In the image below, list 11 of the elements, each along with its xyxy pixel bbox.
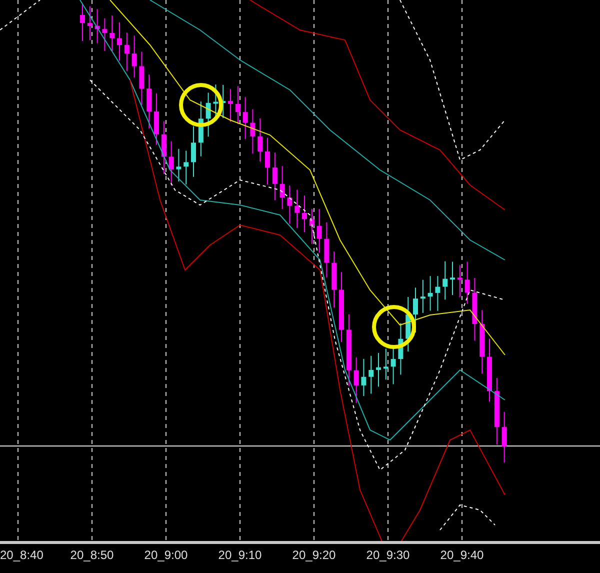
time-axis-label: 20_9:00 — [144, 547, 188, 564]
time-axis-label: 20_8:50 — [70, 547, 114, 564]
time-axis-label: 20_9:10 — [218, 547, 262, 564]
time-axis-label: 20_9:40 — [440, 547, 484, 564]
dashed-band-line — [0, 0, 40, 30]
dashed-band-line — [440, 504, 496, 530]
time-axis-label: 20_9:20 — [292, 547, 336, 564]
time-axis-label: 20_9:30 — [366, 547, 410, 564]
time-axis-label: 20_8:40 — [0, 547, 44, 564]
highlight-circle — [179, 83, 223, 127]
highlight-circle — [372, 305, 416, 349]
